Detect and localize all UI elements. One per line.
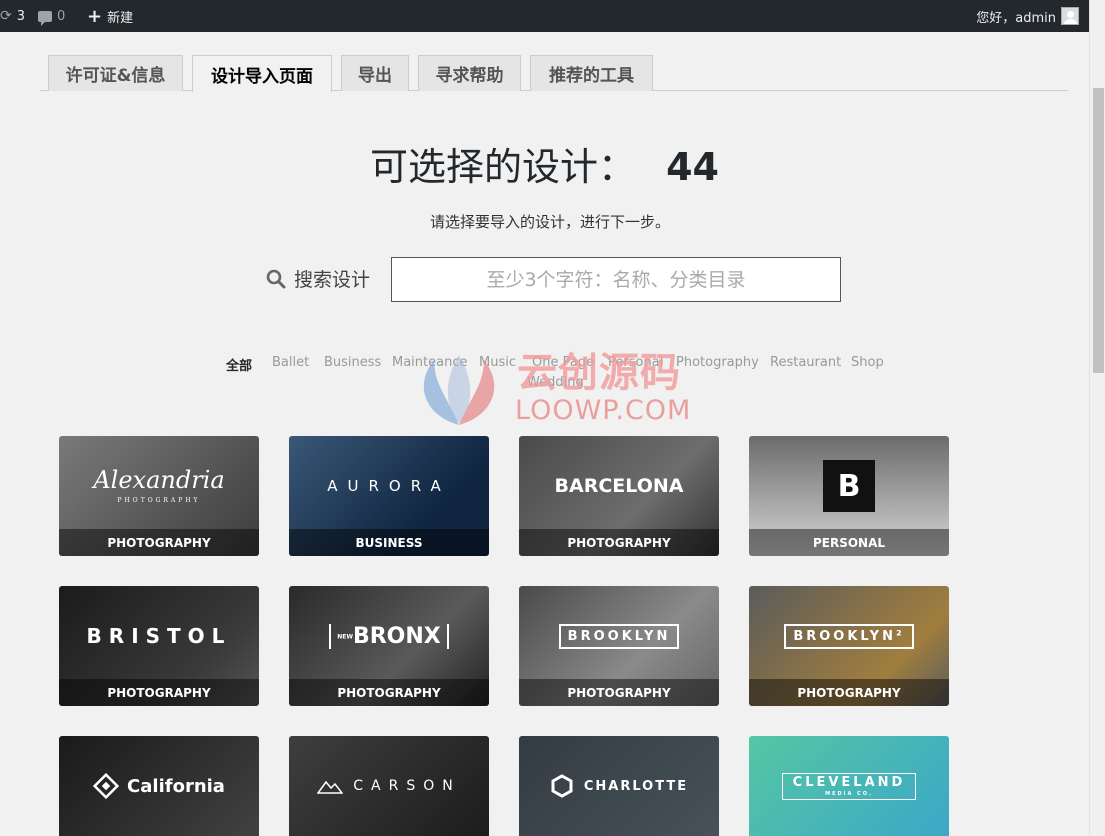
design-card-bronx[interactable]: NEWBRONX PHOTOGRAPHY xyxy=(289,586,489,706)
tab-export[interactable]: 导出 xyxy=(341,55,409,91)
design-logo: B xyxy=(749,436,949,536)
design-logo: BROOKLYN xyxy=(519,586,719,686)
comments-menu[interactable]: 0 xyxy=(38,0,65,32)
filter-business[interactable]: Business xyxy=(324,355,381,370)
design-subtitle: MEDIA CO. xyxy=(825,790,873,797)
design-logo: BROOKLYN² xyxy=(749,586,949,686)
tab-license-info[interactable]: 许可证&信息 xyxy=(48,55,183,91)
design-name: CHARLOTTE xyxy=(583,778,689,794)
design-card-carson[interactable]: CARSON xyxy=(289,736,489,836)
design-logo: BARCELONA xyxy=(519,436,719,536)
design-name: BROOKLYN² xyxy=(784,623,914,649)
design-logo: Alexandria PHOTOGRAPHY xyxy=(59,436,259,536)
design-name: CLEVELAND xyxy=(792,774,906,790)
design-category: PHOTOGRAPHY xyxy=(289,679,489,706)
design-card-brooklyn2[interactable]: BROOKLYN² PHOTOGRAPHY xyxy=(749,586,949,706)
design-logo: CHARLOTTE xyxy=(519,736,719,836)
watermark: 云创源码 LOOWP.COM xyxy=(414,340,714,435)
search-icon xyxy=(266,269,286,288)
search-label-text: 搜索设计 xyxy=(294,269,371,291)
design-logo: CARSON xyxy=(289,736,489,836)
new-label: 新建 xyxy=(107,10,134,26)
filter-shop[interactable]: Shop xyxy=(851,355,884,370)
admin-bar: ⟳ 3 0 + 新建 您好，admin xyxy=(0,0,1089,32)
design-name: CARSON xyxy=(353,778,461,794)
b-logo-icon: B xyxy=(823,460,875,512)
design-category: PHOTOGRAPHY xyxy=(519,679,719,706)
design-name: California xyxy=(127,775,225,797)
design-name: B xyxy=(837,468,861,504)
filter-restaurant[interactable]: Restaurant xyxy=(770,355,841,370)
search-label: 搜索设计 xyxy=(266,265,370,292)
filter-all[interactable]: 全部 xyxy=(226,355,252,374)
new-content-menu[interactable]: + 新建 xyxy=(87,0,133,32)
account-greeting: 您好，admin xyxy=(976,10,1056,26)
design-card-barcelona[interactable]: BARCELONA PHOTOGRAPHY xyxy=(519,436,719,556)
design-card-cleveland[interactable]: CLEVELAND MEDIA CO. xyxy=(749,736,949,836)
mountain-logo-icon xyxy=(317,780,344,794)
nav-tabs: 许可证&信息 设计导入页面 导出 寻求帮助 推荐的工具 xyxy=(40,55,1068,92)
design-logo: NEWBRONX xyxy=(289,586,489,686)
watermark-logo-icon xyxy=(423,355,495,425)
tab-design-import[interactable]: 设计导入页面 xyxy=(192,55,332,92)
watermark-url: LOOWP.COM xyxy=(515,395,692,426)
design-category: PHOTOGRAPHY xyxy=(749,679,949,706)
tab-recommended-tools[interactable]: 推荐的工具 xyxy=(530,55,653,91)
comment-icon xyxy=(38,10,52,26)
design-name: AURORA xyxy=(327,477,451,495)
design-logo: California xyxy=(59,736,259,836)
search-input[interactable] xyxy=(391,257,841,302)
comments-count: 0 xyxy=(57,8,66,24)
design-logo: AURORA xyxy=(289,436,489,536)
tab-help[interactable]: 寻求帮助 xyxy=(418,55,521,91)
page-title-text: 可选择的设计： xyxy=(370,145,637,189)
design-name: BARCELONA xyxy=(554,475,684,497)
design-logo: BRISTOL xyxy=(59,586,259,686)
design-name: Alexandria xyxy=(93,466,225,494)
design-category: PHOTOGRAPHY xyxy=(519,529,719,556)
design-card-personal[interactable]: B PERSONAL xyxy=(749,436,949,556)
design-subtitle: PHOTOGRAPHY xyxy=(117,497,201,504)
design-prefix: NEW xyxy=(337,633,353,640)
design-category: PHOTOGRAPHY xyxy=(59,679,259,706)
design-card-california[interactable]: California xyxy=(59,736,259,836)
design-category: BUSINESS xyxy=(289,529,489,556)
design-name: BROOKLYN xyxy=(558,623,680,649)
updates-icon: ⟳ xyxy=(0,8,12,24)
design-count: 44 xyxy=(666,145,719,189)
updates-count: 3 xyxy=(16,8,26,24)
design-card-charlotte[interactable]: CHARLOTTE xyxy=(519,736,719,836)
account-menu[interactable]: 您好，admin xyxy=(976,0,1079,32)
avatar xyxy=(1061,7,1079,25)
design-card-alexandria[interactable]: Alexandria PHOTOGRAPHY PHOTOGRAPHY xyxy=(59,436,259,556)
watermark-text: 云创源码 xyxy=(517,350,681,396)
hexagon-logo-icon xyxy=(551,774,573,798)
design-card-brooklyn[interactable]: BROOKLYN PHOTOGRAPHY xyxy=(519,586,719,706)
design-name: BRISTOL xyxy=(86,624,232,648)
design-category: PERSONAL xyxy=(749,529,949,556)
design-name: BRONX xyxy=(352,623,441,649)
page-title: 可选择的设计： 44 xyxy=(0,136,1089,191)
design-logo: CLEVELAND MEDIA CO. xyxy=(749,736,949,836)
updates-menu[interactable]: ⟳ 3 xyxy=(0,0,25,32)
diamond-logo-icon xyxy=(93,773,120,799)
plus-icon: + xyxy=(87,5,103,27)
design-card-aurora[interactable]: AURORA BUSINESS xyxy=(289,436,489,556)
filter-ballet[interactable]: Ballet xyxy=(272,355,309,370)
design-category: PHOTOGRAPHY xyxy=(59,529,259,556)
scrollbar[interactable] xyxy=(1089,0,1105,836)
design-card-bristol[interactable]: BRISTOL PHOTOGRAPHY xyxy=(59,586,259,706)
page-subtitle: 请选择要导入的设计，进行下一步。 xyxy=(429,213,670,231)
